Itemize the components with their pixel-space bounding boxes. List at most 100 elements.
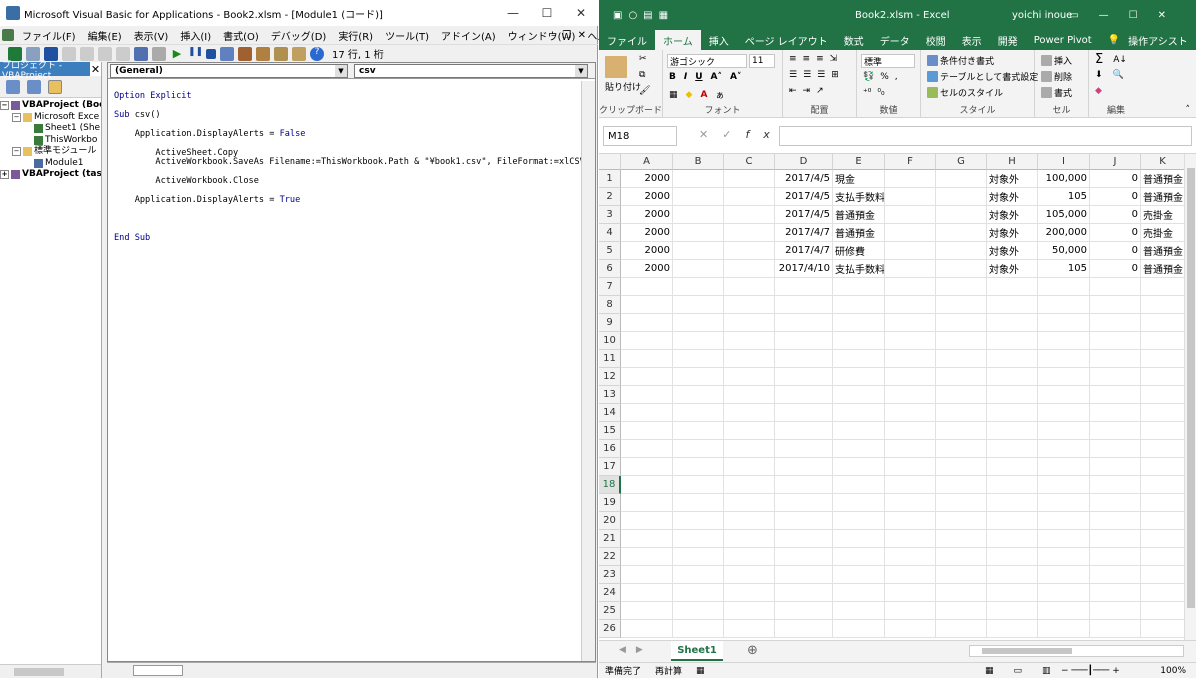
cell[interactable]: [621, 440, 673, 458]
tree-item-vbaproject-tas[interactable]: + VBAProject (tas: [0, 169, 101, 181]
cell[interactable]: [1141, 278, 1184, 296]
cell[interactable]: [724, 620, 775, 638]
cell[interactable]: [936, 548, 987, 566]
horizontal-align-buttons[interactable]: ☰ ☰ ☰ ⊞: [789, 70, 839, 80]
cell[interactable]: [673, 584, 724, 602]
cell[interactable]: 2000: [621, 188, 673, 206]
cell[interactable]: [724, 350, 775, 368]
object-combo[interactable]: (General) ▼: [110, 64, 348, 78]
cell[interactable]: [936, 224, 987, 242]
cell[interactable]: [673, 170, 724, 188]
zoom-slider[interactable]: − ───┃─── +: [1061, 666, 1120, 676]
cell[interactable]: [987, 620, 1038, 638]
row-header[interactable]: 12: [599, 368, 621, 386]
cell[interactable]: [775, 422, 833, 440]
paste-icon[interactable]: [98, 46, 112, 61]
cell[interactable]: [621, 404, 673, 422]
cell[interactable]: 2000: [621, 242, 673, 260]
tab-formulas[interactable]: 数式: [836, 30, 872, 50]
paste-button[interactable]: 貼り付け: [605, 56, 641, 93]
cell[interactable]: [885, 476, 936, 494]
cell[interactable]: [1090, 332, 1141, 350]
menu-debug[interactable]: デバッグ(D): [265, 28, 333, 43]
cell[interactable]: [1090, 566, 1141, 584]
column-header[interactable]: F: [885, 154, 936, 170]
cell[interactable]: [673, 458, 724, 476]
cell[interactable]: [1038, 584, 1090, 602]
cell[interactable]: [833, 368, 885, 386]
macro-record-icon[interactable]: ▦: [696, 666, 705, 676]
cell[interactable]: 50,000: [1038, 242, 1090, 260]
cell[interactable]: [833, 296, 885, 314]
cell[interactable]: [936, 296, 987, 314]
cell[interactable]: 普通預金: [1141, 242, 1184, 260]
format-as-table-button[interactable]: テーブルとして書式設定: [927, 70, 1038, 83]
cell[interactable]: [885, 494, 936, 512]
row-header[interactable]: 4: [599, 224, 621, 242]
cell[interactable]: [833, 530, 885, 548]
code-editor[interactable]: Option Explicit Sub csv() Application.Di…: [108, 81, 581, 661]
cell[interactable]: [724, 584, 775, 602]
cell[interactable]: [885, 512, 936, 530]
cell[interactable]: [1090, 512, 1141, 530]
cell[interactable]: [833, 584, 885, 602]
cell[interactable]: [673, 512, 724, 530]
help-icon[interactable]: ?: [310, 46, 324, 61]
cell[interactable]: [724, 332, 775, 350]
cell[interactable]: [621, 314, 673, 332]
cell[interactable]: [775, 530, 833, 548]
tree-item-excel-objects[interactable]: − Microsoft Exce: [0, 112, 101, 124]
collapse-ribbon-icon[interactable]: ˄: [1186, 105, 1191, 115]
cell[interactable]: [833, 278, 885, 296]
cell[interactable]: [987, 278, 1038, 296]
cell[interactable]: [775, 350, 833, 368]
cell[interactable]: [775, 476, 833, 494]
cell[interactable]: 対象外: [987, 224, 1038, 242]
cell[interactable]: 105,000: [1038, 206, 1090, 224]
cell[interactable]: [885, 170, 936, 188]
cell[interactable]: [673, 548, 724, 566]
cell[interactable]: [724, 188, 775, 206]
cell[interactable]: [987, 476, 1038, 494]
cell[interactable]: [621, 296, 673, 314]
cell[interactable]: 2000: [621, 170, 673, 188]
cell[interactable]: [833, 440, 885, 458]
reset-icon[interactable]: [206, 48, 216, 59]
row-header[interactable]: 19: [599, 494, 621, 512]
cell[interactable]: 支払手数料: [833, 188, 885, 206]
tab-review[interactable]: 校閲: [918, 30, 954, 50]
cell[interactable]: [885, 332, 936, 350]
row-header[interactable]: 26: [599, 620, 621, 638]
cell[interactable]: [936, 278, 987, 296]
cell[interactable]: [987, 584, 1038, 602]
column-header[interactable]: B: [673, 154, 724, 170]
cell[interactable]: [673, 224, 724, 242]
worksheet-grid[interactable]: A B C D E F G H I J K 1 2000 2017/4/5 現金 対象外 100,000 0 普通預…: [599, 154, 1184, 640]
row-header[interactable]: 10: [599, 332, 621, 350]
cell[interactable]: 0: [1090, 188, 1141, 206]
cell[interactable]: [936, 314, 987, 332]
worksheet-vscrollbar[interactable]: [1184, 154, 1196, 640]
row-header[interactable]: 18: [599, 476, 621, 494]
vertical-align-buttons[interactable]: ≡ ≡ ≡ ⇲: [789, 54, 837, 64]
formula-input[interactable]: [779, 126, 1192, 146]
cell[interactable]: [936, 620, 987, 638]
cell[interactable]: [724, 530, 775, 548]
cell[interactable]: [673, 260, 724, 278]
cell[interactable]: [724, 494, 775, 512]
tree-item-thisworkbook[interactable]: ThisWorkbo: [0, 135, 101, 147]
cell[interactable]: [1038, 548, 1090, 566]
toolbox-icon[interactable]: [292, 46, 306, 61]
cell[interactable]: [724, 440, 775, 458]
copy-icon[interactable]: ⧉: [639, 70, 645, 80]
cell[interactable]: [1038, 620, 1090, 638]
cell[interactable]: [775, 368, 833, 386]
cell[interactable]: 2017/4/5: [775, 206, 833, 224]
cell[interactable]: [775, 332, 833, 350]
cell[interactable]: [833, 602, 885, 620]
indent-buttons[interactable]: ⇤ ⇥ ↗: [789, 86, 824, 96]
minimize-icon[interactable]: —: [496, 0, 530, 26]
cell[interactable]: [621, 512, 673, 530]
cell[interactable]: 2017/4/7: [775, 242, 833, 260]
cell[interactable]: [1141, 350, 1184, 368]
